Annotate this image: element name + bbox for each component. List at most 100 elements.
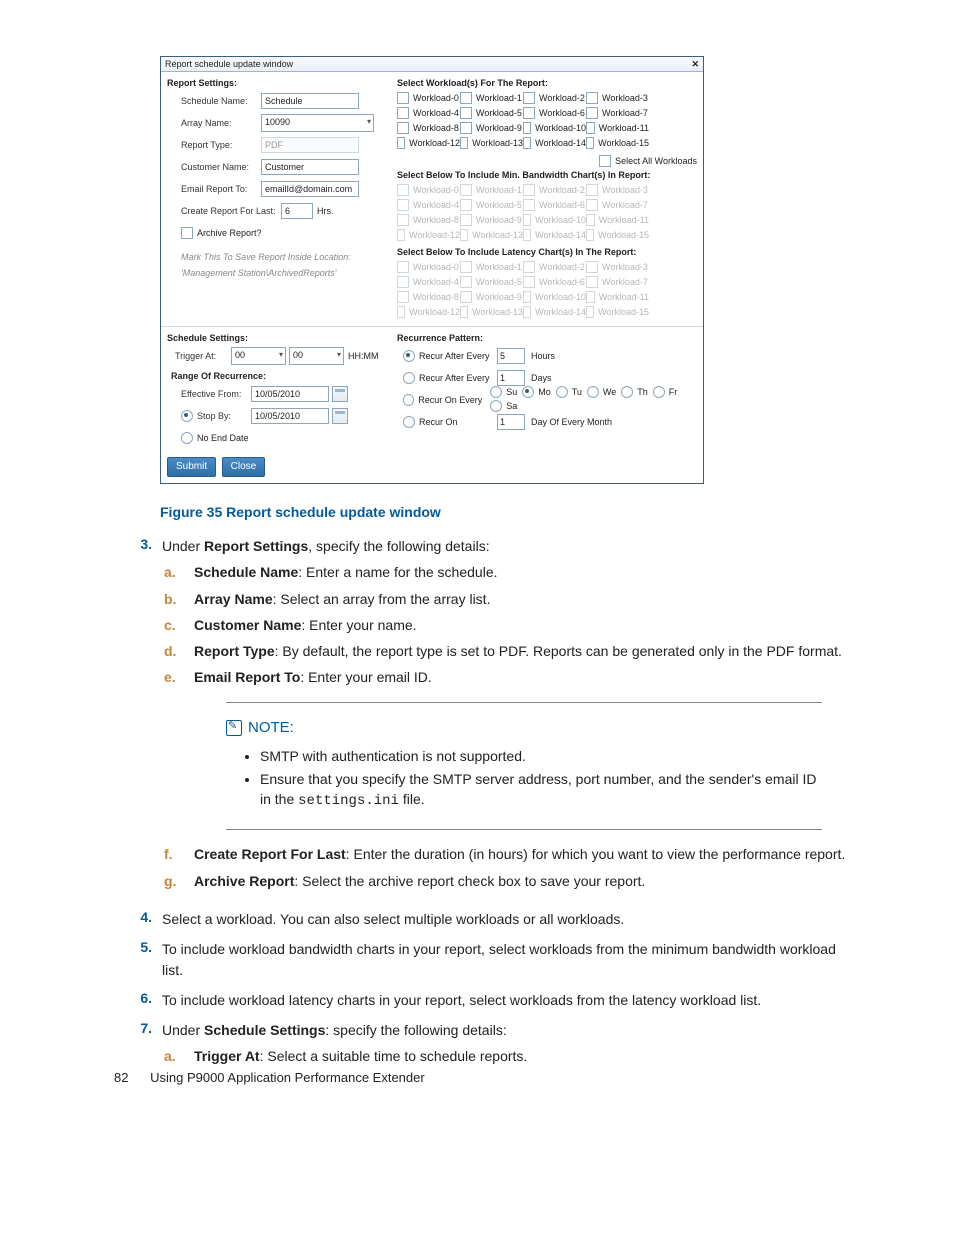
workload-label: Workload-1: [476, 93, 522, 103]
workload-item[interactable]: Workload-6: [523, 107, 586, 119]
recur-days-unit: Days: [531, 373, 552, 383]
workload-item[interactable]: Workload-0: [397, 92, 460, 104]
step-7: Under Schedule Settings: specify the fol…: [162, 1020, 954, 1075]
workload-item[interactable]: Workload-8: [397, 122, 460, 134]
email-input[interactable]: emailId@domain.com: [261, 181, 359, 197]
weekday-option[interactable]: Mo: [522, 386, 554, 398]
workload-item[interactable]: Workload-5: [460, 107, 523, 119]
workload-item: Workload-7: [586, 276, 649, 288]
recur-hours-input[interactable]: 5: [497, 348, 525, 364]
close-icon[interactable]: ✕: [691, 57, 699, 71]
workload-checkbox: [460, 184, 472, 196]
workload-item: Workload-14: [523, 229, 586, 241]
workload-item[interactable]: Workload-15: [586, 137, 649, 149]
weekday-radio[interactable]: [490, 400, 502, 412]
trigger-hh-select[interactable]: 00: [231, 347, 286, 365]
workload-checkbox[interactable]: [586, 107, 598, 119]
weekday-label: Mo: [538, 387, 551, 397]
workload-label: Workload-11: [599, 215, 649, 225]
workload-checkbox[interactable]: [397, 137, 405, 149]
stop-by-radio[interactable]: [181, 410, 193, 422]
workload-item: Workload-12: [397, 229, 460, 241]
weekday-option[interactable]: Tu: [556, 386, 585, 398]
archive-checkbox[interactable]: [181, 227, 193, 239]
close-button[interactable]: Close: [222, 457, 266, 477]
workload-item[interactable]: Workload-2: [523, 92, 586, 104]
workload-item: Workload-7: [586, 199, 649, 211]
recur-weekday-radio[interactable]: [403, 394, 414, 406]
workload-item[interactable]: Workload-11: [586, 122, 649, 134]
workload-checkbox[interactable]: [397, 92, 409, 104]
recur-month-radio[interactable]: [403, 416, 415, 428]
workload-checkbox[interactable]: [460, 107, 472, 119]
report-settings-heading: Report Settings:: [167, 78, 397, 88]
bandwidth-heading: Select Below To Include Min. Bandwidth C…: [397, 170, 697, 180]
weekday-option[interactable]: Fr: [653, 386, 681, 398]
workload-checkbox[interactable]: [460, 92, 472, 104]
workload-checkbox[interactable]: [586, 122, 595, 134]
workload-checkbox[interactable]: [523, 107, 535, 119]
workload-item[interactable]: Workload-14: [523, 137, 586, 149]
workload-checkbox[interactable]: [523, 137, 531, 149]
workload-item[interactable]: Workload-13: [460, 137, 523, 149]
weekday-radio[interactable]: [556, 386, 568, 398]
workload-checkbox[interactable]: [397, 122, 409, 134]
weekday-radio[interactable]: [587, 386, 599, 398]
workload-checkbox: [586, 184, 598, 196]
weekday-option[interactable]: Su: [490, 386, 520, 398]
workload-item[interactable]: Workload-9: [460, 122, 523, 134]
workload-item[interactable]: Workload-1: [460, 92, 523, 104]
effective-from-input[interactable]: 10/05/2010: [251, 386, 329, 402]
weekday-option[interactable]: Sa: [490, 400, 520, 412]
workload-label: Workload-11: [599, 292, 649, 302]
workload-item: Workload-2: [523, 184, 586, 196]
create-last-input[interactable]: 6: [281, 203, 313, 219]
weekday-radio[interactable]: [522, 386, 534, 398]
stop-by-input[interactable]: 10/05/2010: [251, 408, 329, 424]
weekday-radio[interactable]: [653, 386, 665, 398]
trigger-mm-select[interactable]: 00: [289, 347, 344, 365]
recur-weekday-label: Recur On Every: [418, 395, 490, 405]
workload-checkbox[interactable]: [523, 122, 531, 134]
workload-checkbox[interactable]: [586, 92, 598, 104]
workload-item[interactable]: Workload-3: [586, 92, 649, 104]
workload-item[interactable]: Workload-7: [586, 107, 649, 119]
workload-checkbox[interactable]: [586, 137, 594, 149]
calendar-icon[interactable]: [332, 386, 348, 402]
workload-checkbox[interactable]: [460, 137, 468, 149]
submit-button[interactable]: Submit: [167, 457, 216, 477]
footer-title: Using P9000 Application Performance Exte…: [150, 1070, 425, 1085]
workload-label: Workload-5: [476, 277, 522, 287]
page-footer: 82 Using P9000 Application Performance E…: [114, 1070, 425, 1085]
no-end-date-radio[interactable]: [181, 432, 193, 444]
workload-item[interactable]: Workload-10: [523, 122, 586, 134]
workload-checkbox[interactable]: [460, 122, 472, 134]
weekday-option[interactable]: Th: [621, 386, 651, 398]
array-name-select[interactable]: 10090: [261, 114, 374, 132]
workload-label: Workload-10: [535, 123, 586, 133]
schedule-settings-heading: Schedule Settings:: [167, 333, 397, 343]
workload-checkbox[interactable]: [397, 107, 409, 119]
workload-label: Workload-13: [472, 307, 523, 317]
recur-hours-radio[interactable]: [403, 350, 415, 362]
schedule-name-input[interactable]: Schedule: [261, 93, 359, 109]
customer-name-input[interactable]: Customer: [261, 159, 359, 175]
range-heading: Range Of Recurrence:: [171, 371, 397, 381]
workload-checkbox: [460, 291, 472, 303]
recur-month-input[interactable]: 1: [497, 414, 525, 430]
calendar-icon[interactable]: [332, 408, 348, 424]
select-all-workloads-checkbox[interactable]: [599, 155, 611, 167]
workload-item[interactable]: Workload-12: [397, 137, 460, 149]
weekday-radio[interactable]: [490, 386, 502, 398]
workload-label: Workload-12: [409, 138, 460, 148]
workload-checkbox: [523, 261, 535, 273]
weekday-label: We: [603, 387, 616, 397]
recur-days-radio[interactable]: [403, 372, 415, 384]
workload-checkbox: [397, 276, 409, 288]
workload-checkbox[interactable]: [523, 92, 535, 104]
recur-days-input[interactable]: 1: [497, 370, 525, 386]
weekday-option[interactable]: We: [587, 386, 619, 398]
workload-item[interactable]: Workload-4: [397, 107, 460, 119]
workload-checkbox: [523, 199, 535, 211]
weekday-radio[interactable]: [621, 386, 633, 398]
